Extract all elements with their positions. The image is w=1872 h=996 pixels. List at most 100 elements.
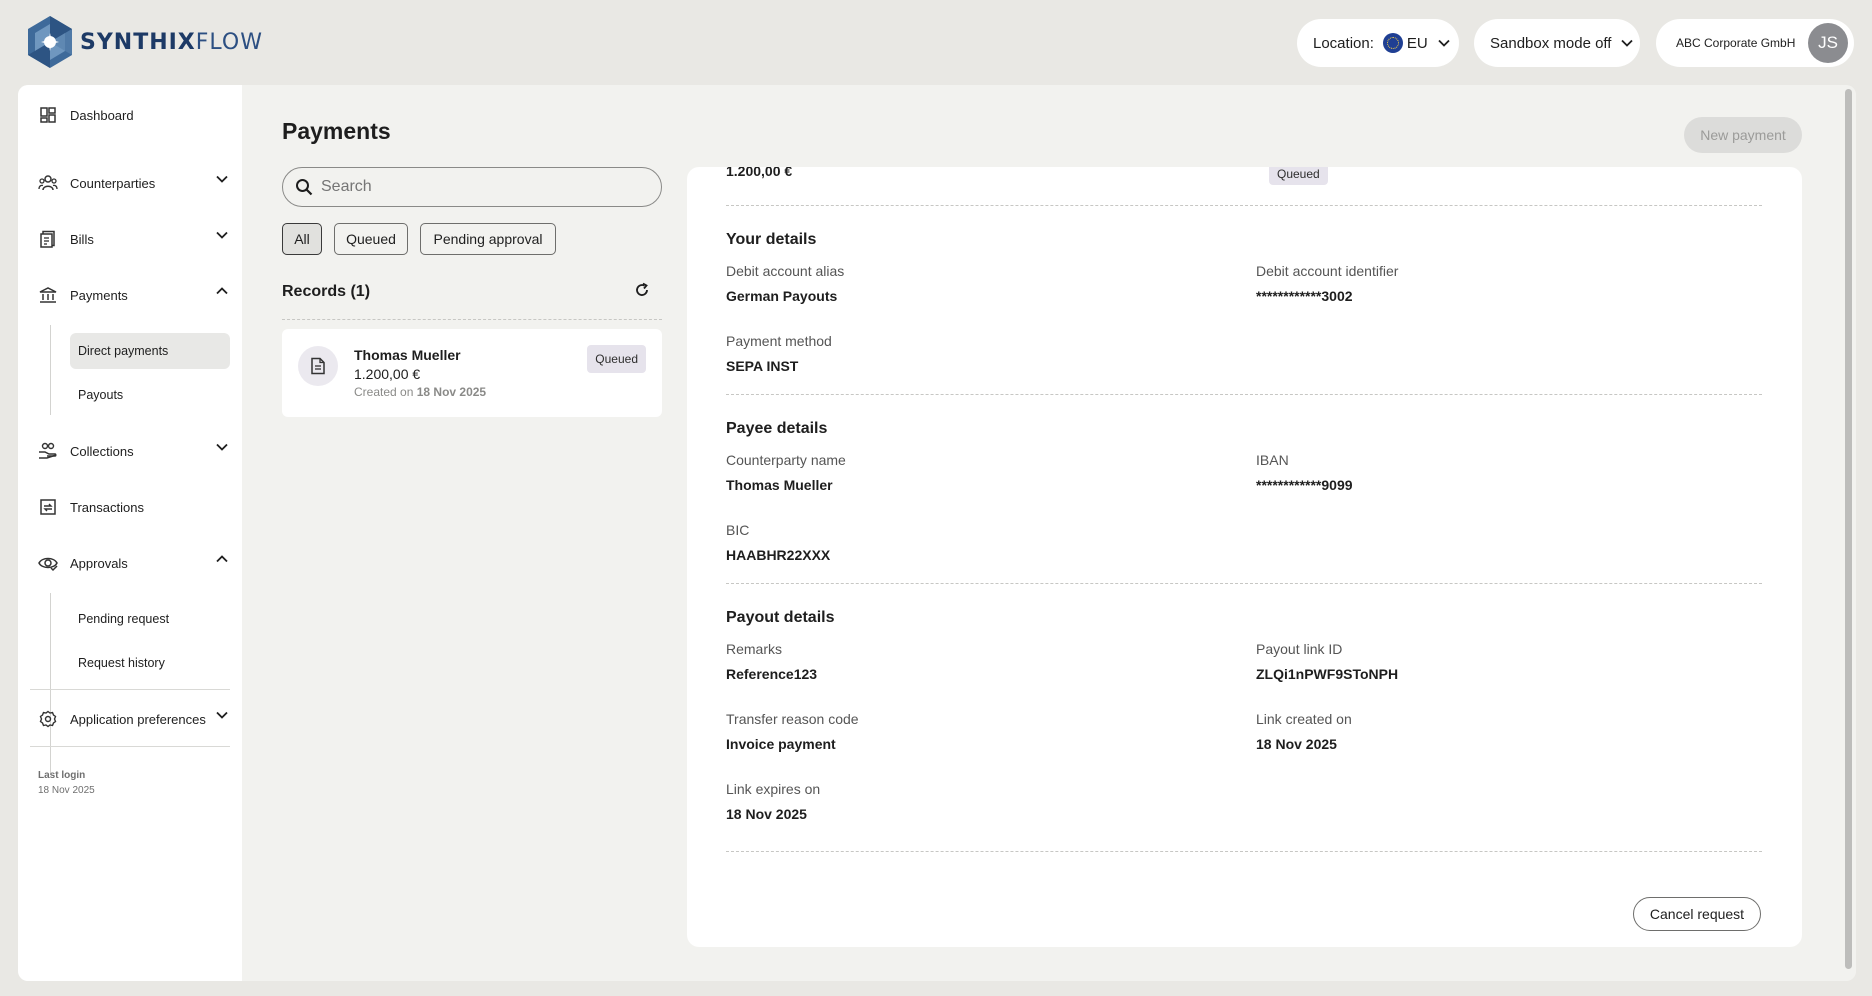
section-title-payee-details: Payee details bbox=[726, 420, 828, 437]
sidebar-item-request-history[interactable]: Request history bbox=[70, 645, 230, 681]
debit-id-value: ************3002 bbox=[1256, 288, 1353, 304]
brand-logo[interactable]: SYNTHIXFLOW bbox=[24, 14, 263, 70]
sidebar-divider bbox=[30, 689, 230, 690]
filter-all[interactable]: All bbox=[282, 223, 322, 255]
new-payment-button[interactable]: New payment bbox=[1684, 117, 1802, 153]
record-card[interactable]: Thomas Mueller 1.200,00 € Created on 18 … bbox=[282, 329, 662, 417]
sidebar-item-label: Counterparties bbox=[70, 175, 156, 191]
chevron-down-icon bbox=[1621, 39, 1634, 47]
dashboard-icon bbox=[38, 105, 58, 125]
location-selector[interactable]: Location: EU bbox=[1297, 19, 1459, 67]
sidebar-item-transactions[interactable]: Transactions bbox=[38, 487, 238, 527]
filter-pending-approval[interactable]: Pending approval bbox=[420, 223, 556, 255]
page-title: Payments bbox=[282, 118, 391, 144]
link-created-value: 18 Nov 2025 bbox=[1256, 736, 1337, 752]
counterparty-name-value: Thomas Mueller bbox=[726, 477, 833, 493]
sidebar-item-label: Bills bbox=[70, 231, 94, 247]
status-badge: Queued bbox=[587, 345, 646, 373]
sidebar-item-payouts[interactable]: Payouts bbox=[70, 377, 230, 413]
page-scrollbar[interactable] bbox=[1842, 85, 1856, 981]
payment-detail-panel: 1.200,00 € Queued Your details Debit acc… bbox=[687, 167, 1802, 947]
counterparty-name-label: Counterparty name bbox=[726, 452, 846, 468]
debit-alias-value: German Payouts bbox=[726, 288, 838, 304]
iban-value: ************9099 bbox=[1256, 477, 1353, 493]
sidebar-item-label: Transactions bbox=[70, 499, 144, 515]
iban-label: IBAN bbox=[1256, 452, 1289, 468]
chevron-down-icon bbox=[216, 175, 228, 183]
company-name: ABC Corporate GmbH bbox=[1676, 36, 1796, 50]
bic-value: HAABHR22XXX bbox=[726, 547, 831, 563]
people-icon bbox=[38, 173, 58, 193]
last-login-label: Last login bbox=[38, 770, 86, 781]
sidebar-item-label: Application preferences bbox=[70, 711, 206, 727]
sidebar-item-label: Approvals bbox=[70, 555, 128, 571]
record-amount: 1.200,00 € bbox=[354, 366, 421, 382]
settings-gear-icon bbox=[38, 709, 58, 729]
last-login: Last login 18 Nov 2025 bbox=[38, 768, 95, 798]
eye-check-icon bbox=[38, 553, 58, 573]
payment-method-value: SEPA INST bbox=[726, 358, 799, 374]
sidebar-divider bbox=[30, 746, 230, 747]
cancel-request-button[interactable]: Cancel request bbox=[1633, 897, 1761, 931]
sidebar-item-counterparties[interactable]: Counterparties bbox=[38, 163, 238, 203]
link-expires-label: Link expires on bbox=[726, 781, 821, 797]
detail-amount: 1.200,00 € bbox=[726, 167, 793, 179]
bank-icon bbox=[38, 285, 58, 305]
app-shell: Dashboard Counterparties Bills Payments … bbox=[18, 85, 1856, 981]
account-menu[interactable]: ABC Corporate GmbH JS bbox=[1656, 19, 1854, 67]
refresh-icon[interactable] bbox=[634, 282, 650, 298]
sandbox-label: Sandbox mode off bbox=[1490, 34, 1612, 52]
remarks-label: Remarks bbox=[726, 641, 783, 657]
record-name: Thomas Mueller bbox=[354, 347, 461, 363]
sandbox-mode-selector[interactable]: Sandbox mode off bbox=[1474, 19, 1640, 67]
sidebar-item-dashboard[interactable]: Dashboard bbox=[38, 95, 238, 135]
chevron-up-icon bbox=[216, 287, 228, 295]
location-label: Location: bbox=[1313, 34, 1374, 52]
sidebar-item-label: Collections bbox=[70, 443, 134, 459]
records-title: Records (1) bbox=[282, 283, 371, 300]
search-box[interactable] bbox=[282, 167, 662, 207]
record-created: Created on 18 Nov 2025 bbox=[354, 385, 487, 399]
sidebar-item-direct-payments[interactable]: Direct payments bbox=[70, 333, 230, 369]
location-value: EU bbox=[1406, 34, 1428, 52]
records-divider bbox=[282, 319, 662, 320]
eu-flag-icon bbox=[1382, 33, 1403, 53]
sidebar: Dashboard Counterparties Bills Payments … bbox=[18, 85, 242, 981]
bills-icon bbox=[38, 229, 58, 249]
sidebar-item-label: Payments bbox=[70, 287, 128, 303]
synthixflow-logo-icon bbox=[28, 16, 72, 68]
chevron-down-icon bbox=[1438, 39, 1450, 47]
search-input[interactable] bbox=[321, 178, 621, 196]
avatar[interactable]: JS bbox=[1808, 23, 1848, 63]
detail-status-badge: Queued bbox=[1269, 167, 1328, 185]
bic-label: BIC bbox=[726, 522, 750, 538]
section-divider bbox=[726, 583, 1762, 584]
sidebar-item-label: Dashboard bbox=[70, 107, 134, 123]
section-divider bbox=[726, 394, 1762, 395]
chevron-down-icon bbox=[216, 231, 228, 239]
link-created-label: Link created on bbox=[1256, 711, 1352, 727]
sidebar-item-application-preferences[interactable]: Application preferences bbox=[38, 699, 238, 739]
sidebar-item-collections[interactable]: Collections bbox=[38, 431, 238, 471]
document-icon bbox=[298, 346, 338, 386]
brand-name: SYNTHIXFLOW bbox=[80, 29, 263, 55]
sidebar-item-bills[interactable]: Bills bbox=[38, 219, 238, 259]
sidebar-item-payments[interactable]: Payments bbox=[38, 275, 238, 315]
filter-queued[interactable]: Queued bbox=[334, 223, 408, 255]
payment-method-label: Payment method bbox=[726, 333, 832, 349]
sidebar-item-approvals[interactable]: Approvals bbox=[38, 543, 238, 583]
debit-id-label: Debit account identifier bbox=[1256, 263, 1399, 279]
debit-alias-label: Debit account alias bbox=[726, 263, 845, 279]
transfer-reason-label: Transfer reason code bbox=[726, 711, 859, 727]
section-title-payout-details: Payout details bbox=[726, 609, 835, 626]
chevron-down-icon bbox=[216, 711, 228, 719]
section-divider bbox=[726, 851, 1762, 852]
remarks-value: Reference123 bbox=[726, 666, 818, 682]
search-icon bbox=[296, 179, 313, 196]
payout-link-id-label: Payout link ID bbox=[1256, 641, 1343, 657]
chevron-down-icon bbox=[216, 443, 228, 451]
transfer-reason-value: Invoice payment bbox=[726, 736, 836, 752]
scrollbar-thumb[interactable] bbox=[1845, 89, 1852, 969]
sidebar-item-pending-request[interactable]: Pending request bbox=[70, 601, 230, 637]
transactions-icon bbox=[38, 497, 58, 517]
